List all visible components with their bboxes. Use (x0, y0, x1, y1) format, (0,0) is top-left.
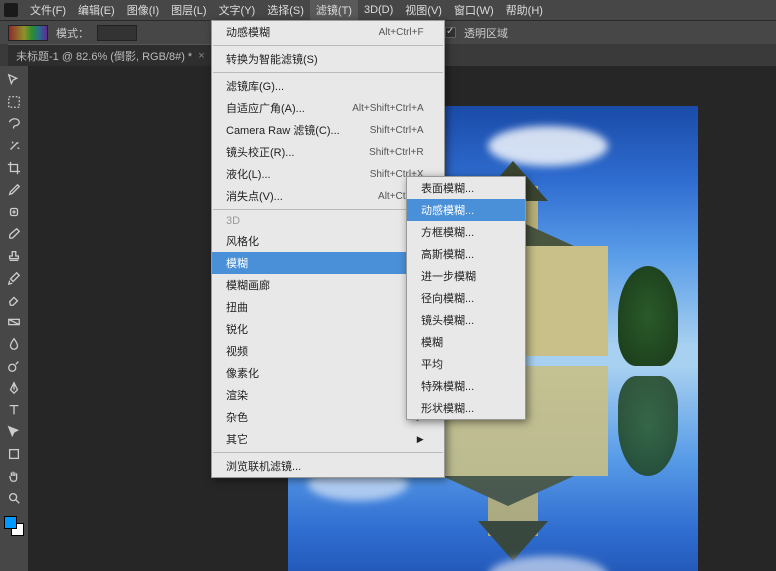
pen-tool[interactable] (3, 378, 25, 398)
brush-tool[interactable] (3, 224, 25, 244)
mode-select[interactable] (97, 25, 137, 41)
blur-special[interactable]: 特殊模糊... (407, 375, 525, 397)
menu-file[interactable]: 文件(F) (24, 0, 72, 20)
filter-other[interactable]: 其它▶ (212, 428, 444, 450)
filter-lens[interactable]: 镜头校正(R)...Shift+Ctrl+R (212, 141, 444, 163)
zoom-tool[interactable] (3, 488, 25, 508)
filter-adaptive[interactable]: 自适应广角(A)...Alt+Shift+Ctrl+A (212, 97, 444, 119)
app-logo (4, 3, 18, 17)
eraser-tool[interactable] (3, 290, 25, 310)
filter-camera[interactable]: Camera Raw 滤镜(C)...Shift+Ctrl+A (212, 119, 444, 141)
history-brush-tool[interactable] (3, 268, 25, 288)
blur-motion[interactable]: 动感模糊... (407, 199, 525, 221)
blur-gaussian[interactable]: 高斯模糊... (407, 243, 525, 265)
dodge-tool[interactable] (3, 356, 25, 376)
wand-tool[interactable] (3, 136, 25, 156)
blur-further[interactable]: 进一步模糊 (407, 265, 525, 287)
gradient-preview[interactable] (8, 25, 48, 41)
blur-radial[interactable]: 径向模糊... (407, 287, 525, 309)
filter-browse[interactable]: 浏览联机滤镜... (212, 455, 444, 477)
tools-panel (0, 66, 28, 571)
hand-tool[interactable] (3, 466, 25, 486)
blur-tool[interactable] (3, 334, 25, 354)
document-tab[interactable]: 未标题-1 @ 82.6% (倒影, RGB/8#) * × (8, 44, 213, 67)
shape-tool[interactable] (3, 444, 25, 464)
color-swatches[interactable] (4, 516, 24, 536)
menu-view[interactable]: 视图(V) (399, 0, 448, 20)
menubar: 文件(F) 编辑(E) 图像(I) 图层(L) 文字(Y) 选择(S) 滤镜(T… (0, 0, 776, 20)
filter-smart[interactable]: 转换为智能滤镜(S) (212, 48, 444, 70)
menu-select[interactable]: 选择(S) (261, 0, 310, 20)
document-title: 未标题-1 @ 82.6% (倒影, RGB/8#) * (16, 48, 192, 64)
close-tab-icon[interactable]: × (198, 50, 204, 62)
stamp-tool[interactable] (3, 246, 25, 266)
menu-edit[interactable]: 编辑(E) (72, 0, 121, 20)
type-tool[interactable] (3, 400, 25, 420)
mode-label: 模式： (56, 25, 89, 41)
menu-help[interactable]: 帮助(H) (500, 0, 549, 20)
menu-image[interactable]: 图像(I) (121, 0, 165, 20)
blur-shape[interactable]: 形状模糊... (407, 397, 525, 419)
transparency-label: 透明区域 (464, 25, 508, 41)
crop-tool[interactable] (3, 158, 25, 178)
healing-tool[interactable] (3, 202, 25, 222)
marquee-tool[interactable] (3, 92, 25, 112)
transparency-checkbox[interactable] (445, 27, 456, 38)
path-tool[interactable] (3, 422, 25, 442)
menu-layer[interactable]: 图层(L) (165, 0, 212, 20)
filter-gallery[interactable]: 滤镜库(G)... (212, 75, 444, 97)
blur-surface[interactable]: 表面模糊... (407, 177, 525, 199)
eyedropper-tool[interactable] (3, 180, 25, 200)
blur-average[interactable]: 平均 (407, 353, 525, 375)
blur-box[interactable]: 方框模糊... (407, 221, 525, 243)
menu-type[interactable]: 文字(Y) (213, 0, 262, 20)
blur-lens[interactable]: 镜头模糊... (407, 309, 525, 331)
menu-3d[interactable]: 3D(D) (358, 2, 399, 18)
gradient-tool[interactable] (3, 312, 25, 332)
lasso-tool[interactable] (3, 114, 25, 134)
move-tool[interactable] (3, 70, 25, 90)
blur-blur[interactable]: 模糊 (407, 331, 525, 353)
menu-window[interactable]: 窗口(W) (448, 0, 500, 20)
menu-filter[interactable]: 滤镜(T) (310, 0, 358, 20)
filter-last[interactable]: 动感模糊Alt+Ctrl+F (212, 21, 444, 43)
blur-submenu: 表面模糊... 动感模糊... 方框模糊... 高斯模糊... 进一步模糊 径向… (406, 176, 526, 420)
